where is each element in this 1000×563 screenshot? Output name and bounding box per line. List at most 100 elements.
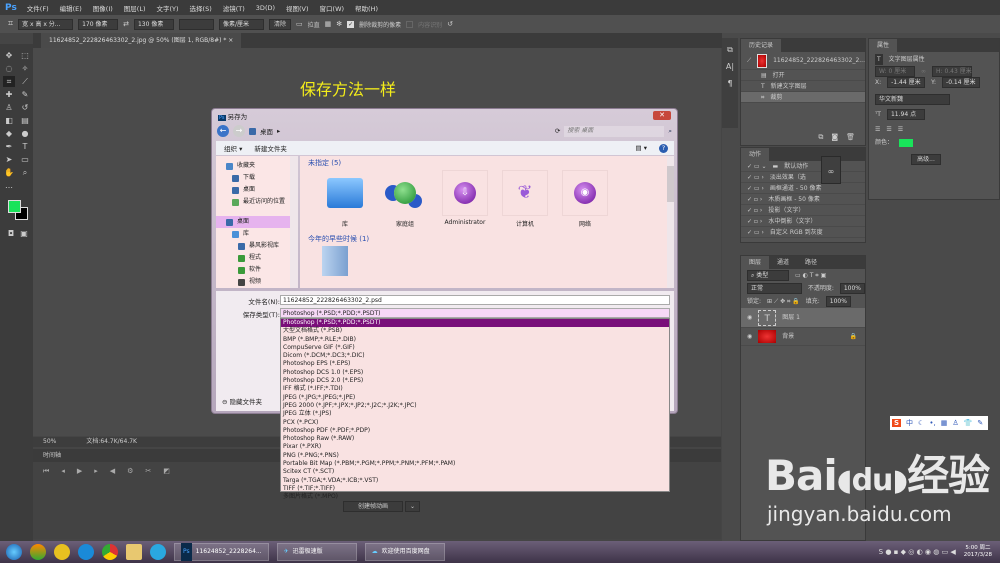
history-brush-icon[interactable]: ↺ xyxy=(19,102,31,113)
clear-button[interactable]: 清除 xyxy=(268,18,291,30)
gear-icon[interactable]: ✻ xyxy=(336,20,342,28)
crop-icon[interactable]: ⌗ xyxy=(8,19,13,29)
timeline-tab[interactable]: 时间轴 xyxy=(43,452,61,459)
straighten-icon[interactable]: ▭ xyxy=(296,20,303,28)
taskbar-baidu-pan[interactable]: ☁ 欢迎使用百度网盘 xyxy=(364,543,445,561)
menu-select[interactable]: 选择(S) xyxy=(190,3,212,13)
font-family-select[interactable]: 华文新魏 xyxy=(875,94,950,105)
paragraph-icon[interactable]: ¶ xyxy=(724,78,736,89)
search-icon[interactable]: ⌕ xyxy=(668,127,672,136)
pen-tool-icon[interactable]: ✒ xyxy=(3,141,15,152)
visibility-eye-icon[interactable]: ◉ xyxy=(747,331,752,342)
lasso-tool-icon[interactable]: ◌ xyxy=(3,63,15,74)
character-style-icon[interactable]: ⧉ xyxy=(724,44,736,55)
split-icon[interactable]: ✂ xyxy=(145,467,151,476)
next-frame-icon[interactable]: ▸ xyxy=(94,467,98,476)
width-input[interactable]: 170 像素 xyxy=(78,18,119,30)
clock[interactable]: 5:00 周二 2017/3/28 xyxy=(964,545,992,559)
action-item[interactable]: ✓ ▭ › 淡出效果（选 xyxy=(741,172,865,183)
history-step[interactable]: ▤ 打开 xyxy=(741,70,865,81)
tab-channels[interactable]: 通道 xyxy=(769,256,797,269)
healing-brush-icon[interactable]: ✚ xyxy=(3,89,15,100)
animation-type-dropdown[interactable]: ⌄ xyxy=(405,501,421,512)
list-item[interactable]: 家庭组 xyxy=(378,170,432,232)
hide-folders-button[interactable]: ⊖ 隐藏文件夹 xyxy=(222,396,262,406)
wrench-icon[interactable]: ✎ xyxy=(977,419,983,427)
punct-icon[interactable]: •, xyxy=(929,419,935,427)
action-item[interactable]: ✓ ▫ › 投影（文字） xyxy=(741,205,865,216)
blend-mode-select[interactable]: 正常 xyxy=(747,283,802,294)
taskbar-photoshop[interactable]: Ps 11624852_2228264... xyxy=(174,543,269,561)
foreground-color-swatch[interactable] xyxy=(8,200,21,213)
app-360-icon[interactable] xyxy=(30,544,46,560)
type-option[interactable]: Photoshop DCS 1.0 (*.EPS) xyxy=(281,369,669,377)
ime-toolbar[interactable]: S 中 ☾ •, ▦ ♙ 👕 ✎ xyxy=(890,416,988,430)
text-color-swatch[interactable] xyxy=(899,138,914,147)
folder-icon[interactable] xyxy=(322,246,348,276)
quick-mask-icon[interactable]: ◘ xyxy=(5,228,17,239)
font-size-select[interactable]: 11.94 点 xyxy=(886,109,925,120)
eyedropper-icon[interactable]: ⟋ xyxy=(19,76,31,87)
new-document-icon[interactable]: ⧉ xyxy=(818,133,823,142)
history-snapshot[interactable]: ⟋ 11624852_222826463302_2... xyxy=(741,52,865,70)
keyboard-icon[interactable]: ▦ xyxy=(941,419,948,427)
settings-icon[interactable]: ⚙ xyxy=(127,467,133,476)
layer-row[interactable]: ◉ T 图层 1 xyxy=(741,308,865,328)
layer-row[interactable]: ◉ 背景 🔒 xyxy=(741,328,865,346)
transition-icon[interactable]: ◩ xyxy=(163,467,170,476)
system-tray-icons[interactable]: S ● ▪ ◆ ◎ ◐ ◉ ◍ ▭ ◀ xyxy=(879,548,956,556)
moon-icon[interactable]: ☾ xyxy=(918,419,924,427)
ratio-select[interactable]: 宽 x 高 x 分... xyxy=(18,18,74,30)
app-k-icon[interactable] xyxy=(78,544,94,560)
ime-mode[interactable]: 中 xyxy=(906,418,913,428)
explorer-icon[interactable] xyxy=(126,544,142,560)
back-button[interactable]: ← xyxy=(217,125,229,137)
type-option[interactable]: Portable Bit Map (*.PBM;*.PGM;*.PPM;*.PN… xyxy=(281,460,669,468)
menu-image[interactable]: 图像(I) xyxy=(93,3,113,13)
advanced-button[interactable]: 高级... xyxy=(911,154,941,165)
type-tool-icon[interactable]: T xyxy=(19,141,31,152)
trash-icon[interactable]: 🗑 xyxy=(846,133,855,142)
type-option[interactable]: JPEG 2000 (*.JPF;*.JPX;*.JP2;*.J2C;*.J2K… xyxy=(281,402,669,410)
refresh-icon[interactable]: ⟳ xyxy=(555,127,560,135)
type-option[interactable]: Photoshop Raw (*.RAW) xyxy=(281,435,669,443)
filter-icons[interactable]: ▭ ◐ T ⌗ ▣ xyxy=(795,270,826,281)
menu-3d[interactable]: 3D(D) xyxy=(256,4,275,12)
action-item[interactable]: ✓ ▫ › 水中倒影（文字） xyxy=(741,216,865,227)
search-input[interactable]: 搜索 桌面 xyxy=(564,125,665,137)
media-icon[interactable] xyxy=(150,544,166,560)
audio-icon[interactable]: ◀ xyxy=(110,467,115,476)
straighten-label[interactable]: 拉直 xyxy=(308,20,320,29)
breadcrumb-chevron-icon[interactable]: ▸ xyxy=(277,127,280,135)
menu-file[interactable]: 文件(F) xyxy=(27,3,49,13)
nav-baofeng[interactable]: 暴风影视库 xyxy=(216,240,298,252)
zoom-tool-icon[interactable]: ⌕ xyxy=(19,167,31,178)
type-option[interactable]: JPEG 立体 (*.JPS) xyxy=(281,410,669,418)
menu-layer[interactable]: 图层(L) xyxy=(124,3,146,13)
taskbar-xunlei[interactable]: ✈ 迅雷极速版 xyxy=(276,543,357,561)
menu-filter[interactable]: 滤镜(T) xyxy=(223,3,245,13)
type-option[interactable]: Pixar (*.PXR) xyxy=(281,443,669,451)
delete-cropped-checkbox[interactable]: ✓ xyxy=(347,20,355,28)
nav-programs[interactable]: 程式 xyxy=(216,252,298,264)
camera-icon[interactable]: ◙ xyxy=(831,133,838,142)
document-tab[interactable]: 11624852_222826463302_2.jpg @ 50% (图层 1,… xyxy=(41,33,242,48)
history-step[interactable]: ⌗ 裁剪 xyxy=(741,92,865,103)
type-option[interactable]: IFF 格式 (*.IFF;*.TDI) xyxy=(281,385,669,393)
type-option[interactable]: PNG (*.PNG;*.PNS) xyxy=(281,452,669,460)
nav-recent[interactable]: 最近访问的位置 xyxy=(216,196,298,208)
fill-input[interactable]: 100% xyxy=(825,296,851,307)
type-option[interactable]: Dicom (*.DCM;*.DC3;*.DIC) xyxy=(281,352,669,360)
brush-tool-icon[interactable]: ✎ xyxy=(19,89,31,100)
type-option[interactable]: Photoshop PDF (*.PDF;*.PDP) xyxy=(281,427,669,435)
action-item[interactable]: ✓ ▭ › 画框通道 - 50 像素 xyxy=(741,183,865,194)
magic-wand-icon[interactable]: ✧ xyxy=(19,63,31,74)
marquee-tool-icon[interactable]: ⬚ xyxy=(19,50,31,61)
type-option[interactable]: 大型文档格式 (*.PSB) xyxy=(281,327,669,335)
menu-edit[interactable]: 编辑(E) xyxy=(60,3,82,13)
app-green-plus-icon[interactable] xyxy=(54,544,70,560)
type-option[interactable]: JPEG (*.JPG;*.JPEG;*.JPE) xyxy=(281,394,669,402)
nav-videos[interactable]: 视频 xyxy=(216,276,298,288)
start-button[interactable] xyxy=(6,544,22,560)
gradient-tool-icon[interactable]: ▤ xyxy=(19,115,31,126)
